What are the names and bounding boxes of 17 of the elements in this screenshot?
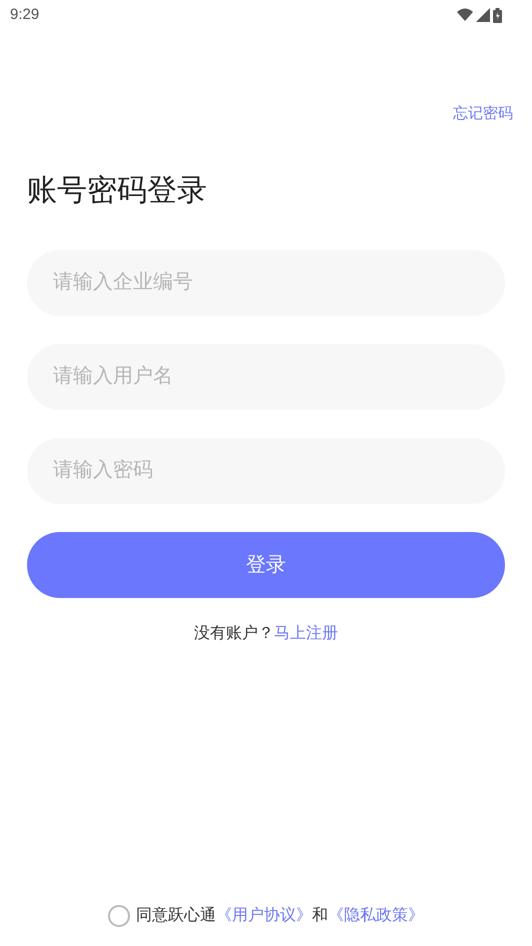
page-title: 账号密码登录 [27, 172, 208, 208]
signal-icon [476, 8, 490, 22]
input-field[interactable]: 请输入密码 [27, 438, 505, 504]
wifi-icon [457, 8, 473, 22]
agreement-conjunction: 和 [312, 906, 328, 926]
register-link[interactable]: 马上注册 [274, 622, 338, 646]
privacy-policy-link[interactable]: 《隐私政策》 [328, 904, 424, 928]
input-field[interactable]: 请输入企业编号 [27, 250, 505, 316]
status-time: 9:29 [10, 4, 40, 25]
agreement-checkbox[interactable] [108, 905, 130, 927]
user-agreement-link[interactable]: 《用户协议》 [216, 904, 312, 928]
agreement-text: 同意跃心通 [136, 906, 216, 926]
battery-icon [493, 8, 502, 22]
register-prompt: 没有账户？ [194, 624, 274, 644]
forgot-password-link[interactable]: 忘记密码 [453, 103, 513, 126]
input-field[interactable]: 请输入用户名 [27, 344, 505, 410]
login-button[interactable]: 登录 [27, 532, 505, 598]
